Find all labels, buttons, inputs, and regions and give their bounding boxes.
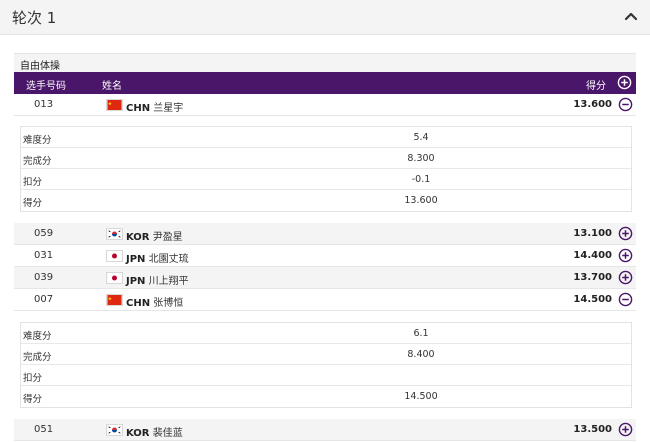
athlete-name-text: 兰星宇 xyxy=(153,103,184,114)
detail-label: 完成分 xyxy=(23,156,52,167)
collapse-minus-icon[interactable] xyxy=(618,292,633,307)
athlete-number: 051 xyxy=(34,424,54,435)
detail-label: 完成分 xyxy=(23,352,52,363)
athlete-name: CHN 兰星宇 xyxy=(126,99,183,114)
event-title: 自由体操 xyxy=(20,61,60,72)
athlete-score: 13.500 xyxy=(573,424,612,435)
china-flag-icon xyxy=(106,294,123,306)
table-row[interactable]: 031 JPN 北園丈琉 14.400 xyxy=(14,245,636,267)
header-score: 得分 xyxy=(586,81,606,92)
korea-flag-icon xyxy=(106,424,123,436)
detail-value: 5.4 xyxy=(413,132,429,143)
detail-row: 完成分 8.300 xyxy=(21,148,631,169)
expand-plus-icon[interactable] xyxy=(618,248,633,263)
detail-label: 得分 xyxy=(23,198,43,209)
detail-value: 6.1 xyxy=(413,328,429,339)
athlete-name-text: 川上翔平 xyxy=(148,276,189,287)
header-number: 选手号码 xyxy=(26,81,66,92)
china-flag-icon xyxy=(106,99,123,111)
athlete-name: CHN 张博恒 xyxy=(126,294,183,309)
athlete-number: 007 xyxy=(34,294,54,305)
round-header[interactable]: 轮次 1 xyxy=(0,0,650,35)
expand-all-icon[interactable] xyxy=(617,75,632,90)
athlete-name-text: 张博恒 xyxy=(153,298,184,309)
detail-row: 难度分 5.4 xyxy=(21,127,631,148)
detail-label: 扣分 xyxy=(23,177,43,188)
country-code: CHN xyxy=(126,103,151,114)
expand-plus-icon[interactable] xyxy=(618,226,633,241)
detail-row: 扣分 -0.1 xyxy=(21,169,631,190)
expand-plus-icon[interactable] xyxy=(618,270,633,285)
japan-flag-icon xyxy=(106,250,123,262)
collapse-minus-icon[interactable] xyxy=(618,97,633,112)
expand-plus-icon[interactable] xyxy=(618,422,633,437)
detail-row: 完成分 8.400 xyxy=(21,344,631,365)
detail-value: 13.600 xyxy=(404,195,438,206)
athlete-score: 13.100 xyxy=(573,228,612,239)
korea-flag-icon xyxy=(106,228,123,240)
table-row[interactable]: 039 JPN 川上翔平 13.700 xyxy=(14,267,636,289)
table-row[interactable]: 059 KOR 尹盈星 13.100 xyxy=(14,223,636,245)
detail-value: -0.1 xyxy=(411,174,431,185)
country-code: KOR xyxy=(126,428,150,439)
athlete-score: 14.400 xyxy=(573,250,612,261)
round-title: 轮次 1 xyxy=(12,9,57,27)
athlete-name-text: 北園丈琉 xyxy=(148,254,189,265)
detail-label: 难度分 xyxy=(23,331,52,342)
country-code: JPN xyxy=(126,276,146,287)
athlete-score: 13.600 xyxy=(573,99,612,110)
japan-flag-icon xyxy=(106,272,123,284)
athlete-name: JPN 北園丈琉 xyxy=(126,250,189,265)
athlete-score: 13.700 xyxy=(573,272,612,283)
athlete-name: JPN 川上翔平 xyxy=(126,272,189,287)
table-row[interactable]: 051 KOR 裴佳蓝 13.500 xyxy=(14,419,636,441)
detail-row: 得分 14.500 xyxy=(21,386,631,407)
chevron-up-icon[interactable] xyxy=(622,8,640,26)
athlete-name-text: 裴佳蓝 xyxy=(152,428,183,439)
athlete-name: KOR 尹盈星 xyxy=(126,228,183,243)
table-row[interactable]: 013 CHN 兰星宇 13.600 xyxy=(14,94,636,116)
athlete-name: KOR 裴佳蓝 xyxy=(126,424,183,439)
athlete-number: 059 xyxy=(34,228,54,239)
detail-row: 得分 13.600 xyxy=(21,190,631,211)
detail-row: 难度分 6.1 xyxy=(21,323,631,344)
detail-value: 8.300 xyxy=(407,153,435,164)
athlete-number: 039 xyxy=(34,272,54,283)
table-row[interactable]: 007 CHN 张博恒 14.500 xyxy=(14,289,636,311)
athlete-number: 031 xyxy=(34,250,54,261)
score-detail-panel: 难度分 5.4 完成分 8.300 扣分 -0.1 得分 13.600 xyxy=(20,126,632,212)
country-code: CHN xyxy=(126,298,151,309)
athlete-number: 013 xyxy=(34,99,54,110)
detail-label: 难度分 xyxy=(23,135,52,146)
country-code: JPN xyxy=(126,254,146,265)
header-name: 姓名 xyxy=(102,81,122,92)
athlete-name-text: 尹盈星 xyxy=(152,232,183,243)
detail-value: 8.400 xyxy=(407,349,435,360)
score-detail-panel: 难度分 6.1 完成分 8.400 扣分 得分 14.500 xyxy=(20,322,632,408)
detail-label: 扣分 xyxy=(23,373,43,384)
country-code: KOR xyxy=(126,232,150,243)
detail-value: 14.500 xyxy=(404,391,438,402)
event-bar: 自由体操 xyxy=(14,53,636,72)
athlete-score: 14.500 xyxy=(573,294,612,305)
detail-row: 扣分 xyxy=(21,365,631,386)
table-header: 选手号码 姓名 得分 xyxy=(14,72,636,94)
detail-label: 得分 xyxy=(23,394,43,405)
